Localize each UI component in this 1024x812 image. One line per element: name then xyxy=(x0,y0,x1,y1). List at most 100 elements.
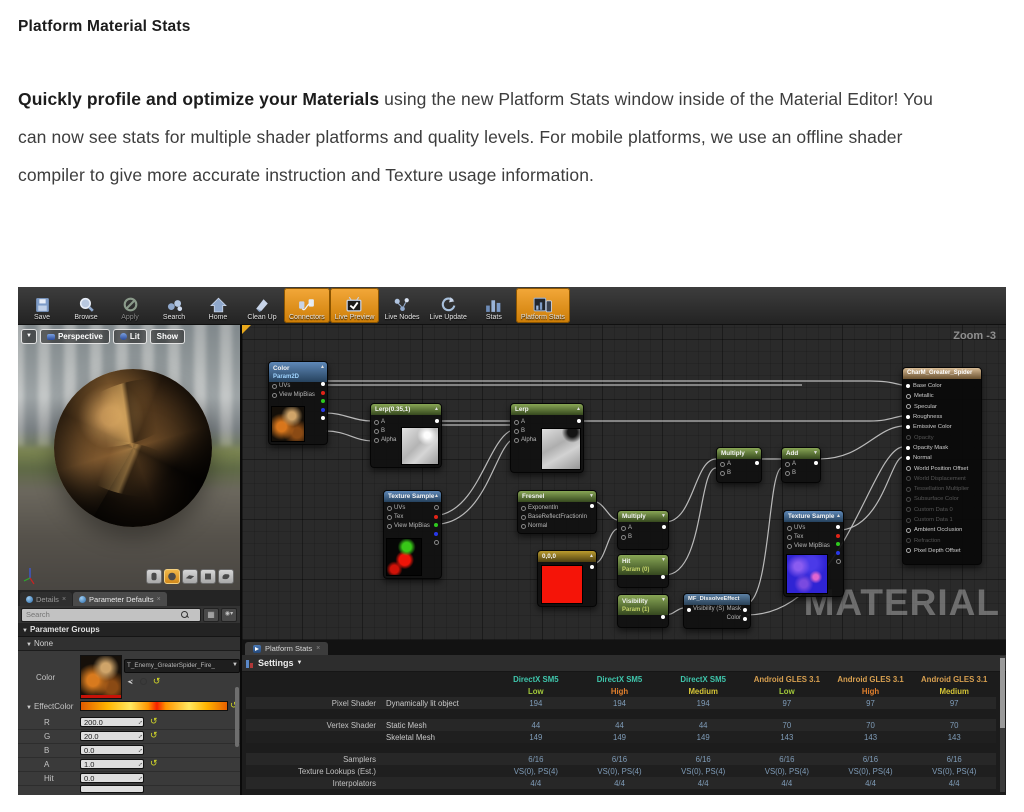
pin-dot[interactable] xyxy=(906,394,911,399)
output-pin-roughness[interactable]: Roughness xyxy=(903,412,981,422)
toolbar-button-stats[interactable]: Stats xyxy=(472,288,516,323)
output-pin-normal[interactable]: Normal xyxy=(903,453,981,463)
close-icon[interactable]: × xyxy=(316,645,320,652)
node-add[interactable]: Add▼ A B xyxy=(781,447,821,483)
details-scrollbar[interactable] xyxy=(235,687,239,747)
pin-dot[interactable] xyxy=(906,425,910,429)
pin-dot[interactable] xyxy=(906,446,910,450)
value-field-a[interactable]: 1.0↕ xyxy=(80,759,144,769)
node-visibility-param[interactable]: VisibilityParam (1)▼ xyxy=(617,594,669,628)
toolbar-button-apply[interactable]: Apply xyxy=(108,288,152,323)
toolbar-button-clean-up[interactable]: Clean Up xyxy=(240,288,284,323)
node-constant-color[interactable]: 0,0,0▲ xyxy=(537,550,597,607)
collapse-icon[interactable]: ▲ xyxy=(836,511,841,522)
pin-dot[interactable] xyxy=(906,435,911,440)
output-pin-metallic[interactable]: Metallic xyxy=(903,391,981,401)
output-pin-opacity[interactable]: Opacity xyxy=(903,432,981,442)
pin-dot[interactable] xyxy=(906,548,911,553)
toolbar-button-connectors[interactable]: Connectors xyxy=(284,288,330,323)
perspective-button[interactable]: Perspective xyxy=(40,329,110,344)
grid-view-icon[interactable]: ▦ xyxy=(203,608,219,622)
output-pin-ambient-occlusion[interactable]: Ambient Occlusion xyxy=(903,525,981,535)
close-icon[interactable]: × xyxy=(62,596,66,603)
output-pin-base-color[interactable]: Base Color xyxy=(903,381,981,391)
output-pin-world-displacement[interactable]: World Displacement xyxy=(903,474,981,484)
tab-platform-stats[interactable]: Platform Stats × xyxy=(245,642,328,655)
preview-viewport[interactable]: ▼ Perspective Lit Show xyxy=(18,325,240,590)
texture-asset-dropdown[interactable]: T_Enemy_GreaterSpider_Fire_▼ xyxy=(124,659,240,673)
value-field-r[interactable]: 200.0↕ xyxy=(80,717,144,727)
reset-icon[interactable]: ↺ xyxy=(150,731,158,740)
node-lerp-1[interactable]: Lerp(0.35,1)▲ A B Alpha xyxy=(370,403,442,468)
reset-icon[interactable]: ↺ xyxy=(150,717,158,726)
value-field-g[interactable]: 20.0↕ xyxy=(80,731,144,741)
collapse-icon[interactable]: ▼ xyxy=(813,448,818,459)
toolbar-button-live-update[interactable]: Live Update xyxy=(425,288,472,323)
node-fresnel[interactable]: Fresnel▼ ExponentIn BaseReflectFractionI… xyxy=(517,490,597,534)
collapse-icon[interactable]: ▼ xyxy=(754,448,759,459)
pin-dot[interactable] xyxy=(906,456,910,460)
preview-shape-sphere-button[interactable] xyxy=(164,569,180,584)
toolbar-button-save[interactable]: Save xyxy=(20,288,64,323)
settings-button[interactable]: Settings ▼ xyxy=(242,655,1006,672)
collapse-icon[interactable]: ▼ xyxy=(661,511,666,522)
output-pin-tessellation-multiplier[interactable]: Tessellation Multiplier xyxy=(903,484,981,494)
collapse-icon[interactable]: ▲ xyxy=(434,491,439,502)
node-texture-sample-2[interactable]: Texture Sample▲ UVs Tex View MipBias xyxy=(783,510,844,597)
node-multiply-mid[interactable]: Multiply▼ A B xyxy=(617,510,669,550)
output-pin-opacity-mask[interactable]: Opacity Mask xyxy=(903,443,981,453)
collapse-icon[interactable]: ▲ xyxy=(320,362,325,373)
pin-dot[interactable] xyxy=(906,518,911,523)
output-pin-custom-data-0[interactable]: Custom Data 0 xyxy=(903,505,981,515)
reset-icon[interactable]: ↺ xyxy=(150,759,158,768)
pin-dot[interactable] xyxy=(906,528,911,533)
search-input[interactable] xyxy=(21,608,201,622)
group-none[interactable]: ▼None xyxy=(18,637,240,651)
node-texture-sample-1[interactable]: Texture Sample▲ UVs Tex View MipBias xyxy=(383,490,442,579)
output-pin-world-position-offset[interactable]: World Position Offset xyxy=(903,463,981,473)
value-spinner-icon[interactable]: ↕ xyxy=(135,732,143,740)
preview-shape-cylinder-button[interactable] xyxy=(146,569,162,584)
pin-dot[interactable] xyxy=(906,384,910,388)
pin-dot[interactable] xyxy=(906,497,911,502)
pin-dot[interactable] xyxy=(906,404,911,409)
lit-button[interactable]: Lit xyxy=(113,329,147,344)
value-spinner-icon[interactable]: ↕ xyxy=(135,760,143,768)
pin-dot[interactable] xyxy=(906,507,911,512)
node-lerp-2[interactable]: Lerp▲ A B Alpha xyxy=(510,403,584,473)
pin-dot[interactable] xyxy=(906,487,911,492)
toolbar-button-live-nodes[interactable]: Live Nodes xyxy=(379,288,424,323)
value-field-partial[interactable] xyxy=(80,785,144,793)
collapse-icon[interactable]: ▼ xyxy=(589,491,594,502)
value-field-hit[interactable]: 0.0↕ xyxy=(80,773,144,783)
pin-dot[interactable] xyxy=(906,415,910,419)
toolbar-button-browse[interactable]: Browse xyxy=(64,288,108,323)
toolbar-button-platform-stats[interactable]: Platform Stats xyxy=(516,288,570,323)
viewport-options-button[interactable]: ▼ xyxy=(21,329,37,344)
collapse-icon[interactable]: ▲ xyxy=(589,551,594,562)
preview-shape-cube-button[interactable] xyxy=(200,569,216,584)
show-button[interactable]: Show xyxy=(150,329,185,344)
output-pin-pixel-depth-offset[interactable]: Pixel Depth Offset xyxy=(903,546,981,556)
node-mf-dissolve-effect[interactable]: MF_DissolveEffect Visibility (S) Mask Co… xyxy=(683,593,751,629)
value-spinner-icon[interactable]: ↕ xyxy=(135,774,143,782)
browse-asset-icon[interactable] xyxy=(140,678,147,685)
output-pin-custom-data-1[interactable]: Custom Data 1 xyxy=(903,515,981,525)
eye-filter-icon[interactable]: ◉▾ xyxy=(221,608,237,622)
output-pin-specular[interactable]: Specular xyxy=(903,402,981,412)
effect-color-gradient[interactable] xyxy=(80,701,228,711)
material-node-graph[interactable]: Zoom -3 MATERIAL ColorParam2D▲ xyxy=(242,325,1006,640)
collapse-icon[interactable]: ▼ xyxy=(661,595,666,606)
value-spinner-icon[interactable]: ↕ xyxy=(135,718,143,726)
parameter-groups-header[interactable]: ▼Parameter Groups xyxy=(18,623,240,637)
output-pin-subsurface-color[interactable]: Subsurface Color xyxy=(903,494,981,504)
preview-shape-plane-button[interactable] xyxy=(182,569,198,584)
node-multiply-top[interactable]: Multiply▼ A B xyxy=(716,447,762,483)
tab-parameter-defaults[interactable]: Parameter Defaults× xyxy=(73,592,167,606)
close-icon[interactable]: × xyxy=(157,596,161,603)
collapse-icon[interactable]: ▲ xyxy=(576,404,581,415)
node-hit-param[interactable]: HitParam (0)▼ xyxy=(617,554,669,588)
toolbar-button-home[interactable]: Home xyxy=(196,288,240,323)
toolbar-button-live-preview[interactable]: Live Preview xyxy=(330,288,380,323)
output-pin-emissive-color[interactable]: Emissive Color xyxy=(903,422,981,432)
